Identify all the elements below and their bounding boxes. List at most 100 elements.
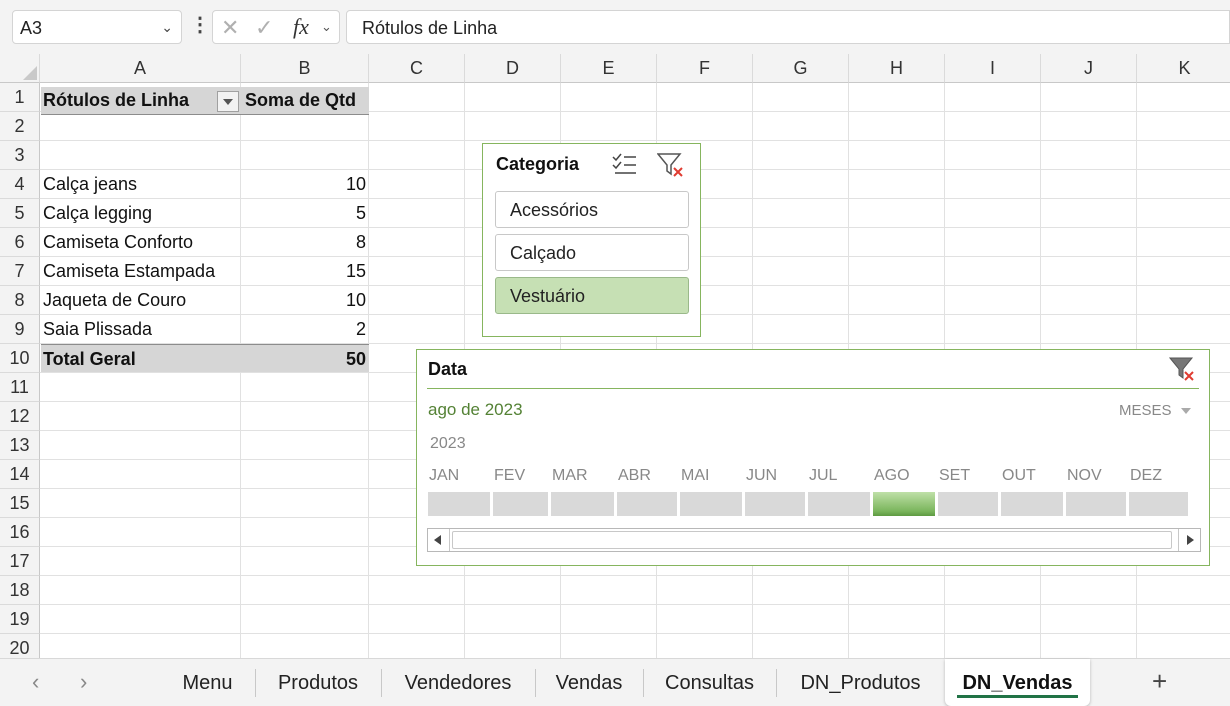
sheet-tab-dn-vendas[interactable]: DN_Vendas: [945, 659, 1090, 706]
sheet-tab-vendedores[interactable]: Vendedores: [381, 659, 535, 706]
pivot-row-label[interactable]: Jaqueta de Couro: [43, 290, 186, 311]
column-header-h[interactable]: H: [849, 54, 945, 83]
tab-separator: [535, 669, 536, 697]
slicer-item-acessorios[interactable]: Acessórios: [495, 191, 689, 228]
timeline-month-jun[interactable]: [745, 492, 805, 516]
pivot-row-labels-header[interactable]: Rótulos de Linha: [43, 90, 189, 111]
cancel-icon[interactable]: ✕: [221, 15, 239, 41]
pivot-row-label[interactable]: Calça legging: [43, 203, 152, 224]
scroll-thumb[interactable]: [452, 531, 1172, 549]
pivot-row-value[interactable]: 10: [300, 290, 366, 311]
pivot-filter-button[interactable]: [217, 91, 239, 112]
row-header-7[interactable]: 7: [0, 257, 40, 286]
chevron-down-icon[interactable]: ⌄: [321, 19, 332, 35]
timeline-month-jan[interactable]: [428, 492, 490, 516]
timeline-period: ago de 2023: [428, 400, 523, 419]
row-header-16[interactable]: 16: [0, 518, 40, 547]
column-header-a[interactable]: A: [40, 54, 241, 83]
column-header-c[interactable]: C: [369, 54, 465, 83]
row-header-1[interactable]: 1: [0, 83, 40, 112]
row-header-3[interactable]: 3: [0, 141, 40, 170]
chevron-down-icon[interactable]: [1181, 408, 1191, 414]
timeline-month-nov[interactable]: [1066, 492, 1126, 516]
column-header-g[interactable]: G: [753, 54, 849, 83]
row-header-17[interactable]: 17: [0, 547, 40, 576]
timeline-month-label: OUT: [1002, 467, 1036, 484]
pivot-row-label[interactable]: Calça jeans: [43, 174, 137, 195]
timeline-month-dez[interactable]: [1129, 492, 1188, 516]
column-header-k[interactable]: K: [1137, 54, 1230, 83]
timeline-month-abr[interactable]: [617, 492, 677, 516]
sheet-tab-vendas[interactable]: Vendas: [535, 659, 643, 706]
column-header-b[interactable]: B: [241, 54, 369, 83]
column-header-j[interactable]: J: [1041, 54, 1137, 83]
column-header-e[interactable]: E: [561, 54, 657, 83]
pivot-row-value[interactable]: 8: [300, 232, 366, 253]
sheet-tab-dn-produtos[interactable]: DN_Produtos: [776, 659, 945, 706]
pivot-value-header[interactable]: Soma de Qtd: [245, 90, 356, 111]
timeline-month-jul[interactable]: [808, 492, 870, 516]
chevron-left-icon[interactable]: ‹: [32, 669, 39, 695]
pivot-row-value[interactable]: 5: [300, 203, 366, 224]
sheet-tab-produtos[interactable]: Produtos: [255, 659, 381, 706]
timeline-month-fev[interactable]: [493, 492, 548, 516]
row-header-8[interactable]: 8: [0, 286, 40, 315]
timeline-month-set[interactable]: [938, 492, 998, 516]
pivot-row-value[interactable]: 2: [300, 319, 366, 340]
pivot-row-value[interactable]: 10: [300, 174, 366, 195]
sheet-tab-label: DN_Vendas: [962, 672, 1073, 694]
scroll-right-button[interactable]: [1178, 529, 1200, 551]
row-header-15[interactable]: 15: [0, 489, 40, 518]
row-header-14[interactable]: 14: [0, 460, 40, 489]
timeline-scrollbar[interactable]: [427, 528, 1201, 552]
clear-filter-icon[interactable]: [657, 152, 685, 178]
column-header-d[interactable]: D: [465, 54, 561, 83]
confirm-icon[interactable]: ✓: [255, 15, 273, 41]
column-header-i[interactable]: I: [945, 54, 1041, 83]
slicer-item-vestuario[interactable]: Vestuário: [495, 277, 689, 314]
select-all-corner[interactable]: [0, 54, 40, 83]
pivot-row-value[interactable]: 15: [300, 261, 366, 282]
row-header-18[interactable]: 18: [0, 576, 40, 605]
row-header-4[interactable]: 4: [0, 170, 40, 199]
pivot-total-row[interactable]: Total Geral 50: [41, 344, 369, 372]
pivot-row-label[interactable]: Camiseta Estampada: [43, 261, 215, 282]
pivot-header-row[interactable]: Rótulos de Linha Soma de Qtd: [41, 87, 369, 115]
name-box[interactable]: A3 ⌄: [12, 10, 182, 44]
multi-select-icon[interactable]: [611, 152, 637, 176]
sheet-tab-label: Menu: [182, 672, 233, 694]
chevron-right-icon[interactable]: ›: [80, 669, 87, 695]
row-header-12[interactable]: 12: [0, 402, 40, 431]
timeline-month-out[interactable]: [1001, 492, 1063, 516]
add-sheet-button[interactable]: +: [1152, 666, 1167, 697]
timeline-level-select[interactable]: MESES: [1119, 402, 1172, 419]
scroll-left-button[interactable]: [428, 529, 450, 551]
row-header-11[interactable]: 11: [0, 373, 40, 402]
column-header-f[interactable]: F: [657, 54, 753, 83]
row-header-9[interactable]: 9: [0, 315, 40, 344]
insert-function-icon[interactable]: fx: [293, 14, 309, 40]
row-header-5[interactable]: 5: [0, 199, 40, 228]
pivot-row-label[interactable]: Camiseta Conforto: [43, 232, 193, 253]
timeline-month-ago[interactable]: [873, 492, 935, 516]
more-options-icon[interactable]: ⋮: [190, 12, 210, 38]
row-header-10[interactable]: 10: [0, 344, 40, 373]
slicer-item-calcado[interactable]: Calçado: [495, 234, 689, 271]
pivot-row-label[interactable]: Saia Plissada: [43, 319, 152, 340]
sheet-tab-label: Consultas: [665, 672, 754, 694]
data-timeline[interactable]: Data ago de 2023 MESES 2023 JAN FEV MAR ABR…: [416, 349, 1210, 566]
sheet-tab-consultas[interactable]: Consultas: [643, 659, 776, 706]
timeline-month-mar[interactable]: [551, 492, 614, 516]
row-header-13[interactable]: 13: [0, 431, 40, 460]
arrow-left-icon: [434, 535, 441, 545]
row-header-19[interactable]: 19: [0, 605, 40, 634]
chevron-down-icon[interactable]: ⌄: [161, 19, 173, 36]
timeline-month-mai[interactable]: [680, 492, 742, 516]
timeline-divider: [427, 388, 1199, 389]
categoria-slicer[interactable]: Categoria Acessórios Calçado Vestuário: [482, 143, 701, 337]
clear-filter-icon[interactable]: [1169, 356, 1197, 382]
row-header-2[interactable]: 2: [0, 112, 40, 141]
sheet-tab-menu[interactable]: Menu: [160, 659, 255, 706]
row-header-6[interactable]: 6: [0, 228, 40, 257]
formula-input[interactable]: Rótulos de Linha: [346, 10, 1230, 44]
